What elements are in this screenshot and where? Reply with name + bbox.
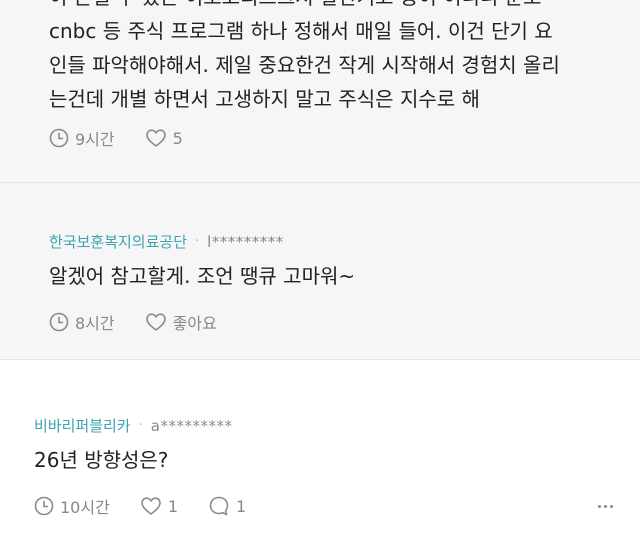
reply-text-line: cnbc 등 주식 프로그램 하나 정해서 매일 들어. 이건 단기 요 (49, 19, 553, 43)
heart-icon (145, 313, 166, 331)
reply-meta: 9시간 5 (49, 126, 213, 150)
like-button[interactable]: 좋아요 (145, 310, 217, 334)
reply-meta: 8시간 좋아요 (49, 310, 247, 334)
time-group: 8시간 (49, 310, 115, 334)
more-options-icon[interactable] (596, 505, 614, 508)
time-label: 9시간 (75, 130, 115, 149)
reply-text-line: 는건데 개별 하면서 고생하지 말고 주식은 지수로 해 (49, 87, 480, 111)
like-label: 좋아요 (172, 314, 217, 333)
like-button[interactable]: 5 (145, 128, 183, 148)
author-name[interactable]: 한국보훈복지의료공단 (49, 231, 187, 252)
author-id: l********* (207, 232, 284, 251)
author-id: a********* (150, 416, 233, 435)
heart-icon (141, 497, 161, 515)
time-group: 9시간 (49, 126, 115, 150)
clock-icon (34, 496, 54, 516)
time-group: 10시간 (34, 494, 110, 518)
author-separator: · (195, 234, 200, 249)
reply-card: 이 손실 수 있는 이소코리스크서 말한거고 중이 이니니 문보 cnbc 등 … (0, 0, 640, 182)
like-button[interactable]: 1 (140, 496, 178, 516)
reply-author-row: 한국보훈복지의료공단 · l********* (49, 231, 284, 252)
reply-text: 알겠어 참고할게. 조언 땡큐 고마워~ (49, 264, 356, 288)
time-label: 10시간 (60, 498, 110, 517)
comment-bubble-icon (209, 496, 229, 516)
like-count: 1 (167, 496, 178, 516)
comment-meta: 10시간 1 1 (34, 494, 276, 518)
clock-icon (49, 128, 69, 148)
reply-button[interactable]: 1 (208, 495, 246, 517)
clock-icon (49, 312, 69, 332)
reply-card: 한국보훈복지의료공단 · l********* 알겠어 참고할게. 조언 땡큐 … (0, 183, 640, 359)
heart-icon (145, 129, 166, 147)
author-separator: · (138, 418, 143, 433)
author-name[interactable]: 비바리퍼블리카 (34, 415, 131, 436)
time-label: 8시간 (75, 314, 115, 333)
comment-card: 비바리퍼블리카 · a********* 26년 방향성은? 10시간 1 1 (0, 360, 640, 548)
reply-text-line: 인들 파악해야해서. 제일 중요한건 작게 시작해서 경험치 올리 (49, 53, 560, 77)
comment-author-row: 비바리퍼블리카 · a********* (34, 415, 232, 436)
reply-count: 1 (236, 496, 247, 516)
comment-text: 26년 방향성은? (34, 448, 169, 472)
like-count: 5 (172, 128, 183, 148)
